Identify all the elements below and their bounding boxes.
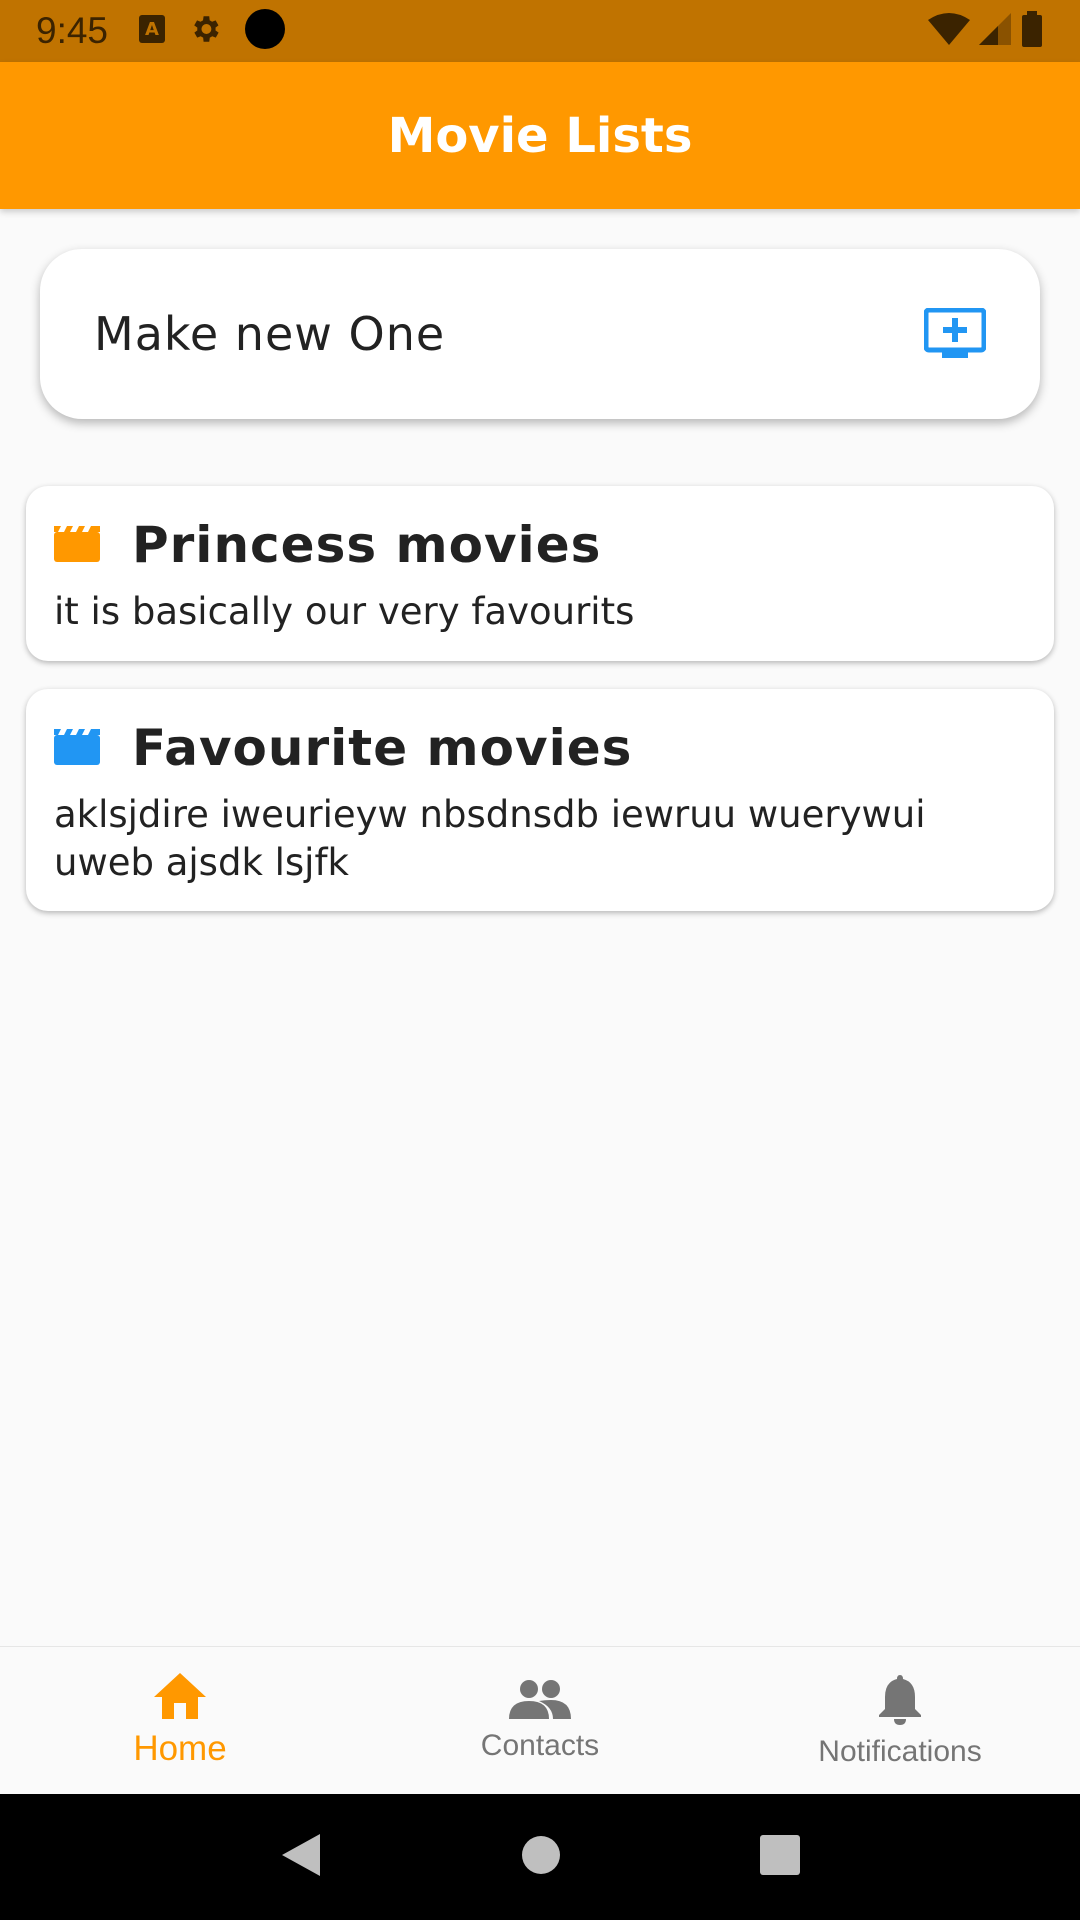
list-card-header: Favourite movies (54, 715, 1026, 781)
gear-icon (188, 12, 222, 50)
list-title: Princess movies (132, 516, 602, 574)
status-left-icons: A (138, 8, 286, 54)
list-card-header: Princess movies (54, 512, 1026, 578)
nav-label-notifications: Notifications (818, 1734, 982, 1768)
nav-item-notifications[interactable]: Notifications (720, 1647, 1080, 1794)
movie-clapper-icon (54, 524, 100, 566)
add-to-queue-icon[interactable] (924, 308, 986, 360)
movie-clapper-icon (54, 727, 100, 769)
status-right-icons (928, 11, 1044, 51)
status-bar: 9:45 A (0, 0, 1080, 62)
bottom-navigation: Home Contacts Notifications (0, 1646, 1080, 1794)
nav-label-contacts: Contacts (480, 1728, 600, 1762)
nav-item-home[interactable]: Home (0, 1647, 360, 1794)
make-new-label: Make new One (94, 307, 446, 361)
list-title: Favourite movies (132, 719, 633, 777)
make-new-list-card[interactable]: Make new One (40, 249, 1040, 419)
people-icon (509, 1679, 571, 1723)
bell-icon (878, 1673, 922, 1729)
app-bar: Movie Lists (0, 62, 1080, 209)
signal-icon (978, 12, 1012, 50)
nav-label-home: Home (133, 1728, 227, 1768)
list-description: it is basically our very favourits (54, 590, 635, 633)
movie-list-card[interactable]: Princess movies it is basically our very… (26, 486, 1054, 661)
movie-list-card[interactable]: Favourite movies aklsjdire iweurieyw nbs… (26, 689, 1054, 911)
svg-text:A: A (145, 19, 159, 40)
home-circle-icon[interactable] (521, 1835, 561, 1879)
battery-icon (1020, 11, 1044, 51)
nav-item-contacts[interactable]: Contacts (360, 1647, 720, 1794)
system-navigation-bar (0, 1794, 1080, 1920)
list-description: aklsjdire iweurieyw nbsdnsdb iewruu wuer… (54, 793, 926, 884)
keyboard-a-icon: A (138, 14, 166, 48)
recents-icon[interactable] (760, 1835, 801, 1879)
back-icon[interactable] (280, 1832, 322, 1882)
wifi-icon (928, 12, 970, 50)
status-time: 9:45 (36, 10, 109, 51)
page-title: Movie Lists (387, 107, 693, 164)
camera-dot-icon (244, 8, 286, 54)
home-icon (154, 1672, 206, 1723)
